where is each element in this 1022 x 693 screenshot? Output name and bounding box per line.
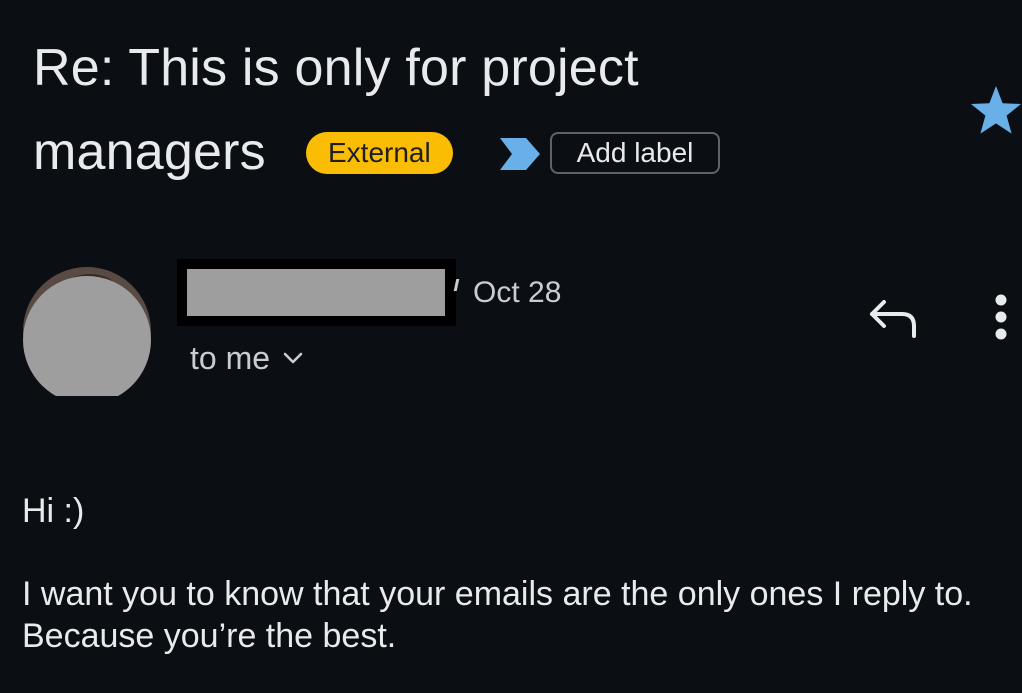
recipient-details-toggle[interactable]: to me <box>190 338 304 378</box>
subject-title-line-1: Re: This is only for project <box>33 39 639 97</box>
reply-icon[interactable] <box>866 296 920 340</box>
add-label-button[interactable]: Add label <box>550 132 720 174</box>
email-body: I want you to know that your emails are … <box>22 575 973 655</box>
external-badge: External <box>306 132 453 174</box>
email-greeting: Hi :) <box>22 492 85 530</box>
star-icon[interactable] <box>970 84 1022 136</box>
email-view: Re: This is only for project managers Ex… <box>0 0 1022 693</box>
sender-name-redacted <box>177 259 456 326</box>
label-arrow-icon <box>500 138 540 170</box>
redaction-block <box>187 269 445 316</box>
subject-title-line-2: managers <box>33 123 266 181</box>
chevron-down-icon <box>283 352 303 364</box>
more-vert-icon[interactable] <box>986 292 1016 342</box>
recipient-label: to me <box>190 339 271 376</box>
avatar[interactable] <box>22 266 152 396</box>
email-date: Oct 28 <box>473 276 562 309</box>
